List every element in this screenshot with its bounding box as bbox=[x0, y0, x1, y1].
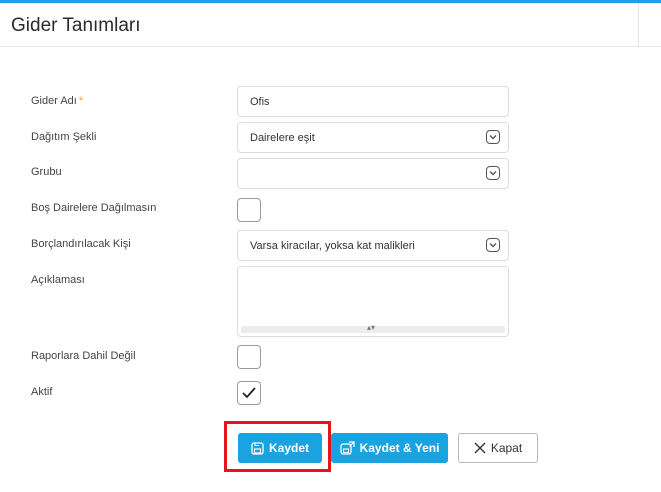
borclandirilacak-value: Varsa kiracılar, yoksa kat malikleri bbox=[250, 240, 415, 252]
aktif-checkbox[interactable] bbox=[237, 381, 261, 405]
bos-daireler-checkbox[interactable] bbox=[237, 198, 261, 222]
gider-adi-label: Gider Adı * bbox=[31, 95, 83, 107]
bos-daireler-label: Boş Dairelere Dağılmasın bbox=[31, 202, 157, 214]
gider-adi-input[interactable]: Ofis bbox=[237, 86, 509, 117]
borclandirilacak-label: Borçlandırılacak Kişi bbox=[31, 238, 131, 250]
chevron-down-icon bbox=[486, 166, 500, 180]
header-divider bbox=[638, 3, 639, 47]
dialog-header: Gider Tanımları bbox=[0, 3, 661, 47]
chevron-down-icon bbox=[486, 130, 500, 144]
save-button-label: Kaydet bbox=[268, 441, 309, 455]
gider-adi-label-text: Gider Adı bbox=[31, 95, 77, 107]
grubu-select[interactable] bbox=[237, 158, 509, 189]
floppy-disk-icon bbox=[251, 441, 264, 455]
gider-adi-value: Ofis bbox=[250, 96, 270, 108]
grubu-label: Grubu bbox=[31, 166, 62, 178]
aciklamasi-textarea[interactable]: ▴▾ bbox=[237, 266, 509, 337]
raporlara-dahil-degil-checkbox[interactable] bbox=[237, 345, 261, 369]
save-and-new-button-label: Kaydet & Yeni bbox=[359, 441, 440, 455]
save-button[interactable]: Kaydet bbox=[238, 433, 322, 463]
required-mark: * bbox=[78, 95, 84, 107]
chevron-down-icon bbox=[486, 238, 500, 252]
raporlara-dahil-degil-label: Raporlara Dahil Değil bbox=[31, 350, 136, 362]
resize-handle[interactable]: ▴▾ bbox=[241, 323, 505, 333]
save-and-new-button[interactable]: Kaydet & Yeni bbox=[331, 433, 448, 463]
checkmark-icon bbox=[242, 387, 256, 399]
aciklamasi-label: Açıklaması bbox=[31, 274, 85, 286]
dagitim-sekli-select[interactable]: Dairelere eşit bbox=[237, 122, 509, 153]
page-title: Gider Tanımları bbox=[11, 15, 141, 36]
dagitim-sekli-label: Dağıtım Şekli bbox=[31, 131, 97, 143]
dagitim-sekli-value: Dairelere eşit bbox=[250, 132, 315, 144]
borclandirilacak-select[interactable]: Varsa kiracılar, yoksa kat malikleri bbox=[237, 230, 509, 261]
close-icon bbox=[474, 442, 486, 454]
aktif-label: Aktif bbox=[31, 386, 53, 398]
close-button[interactable]: Kapat bbox=[458, 433, 538, 463]
close-button-label: Kapat bbox=[490, 441, 523, 455]
save-new-icon bbox=[339, 441, 355, 455]
